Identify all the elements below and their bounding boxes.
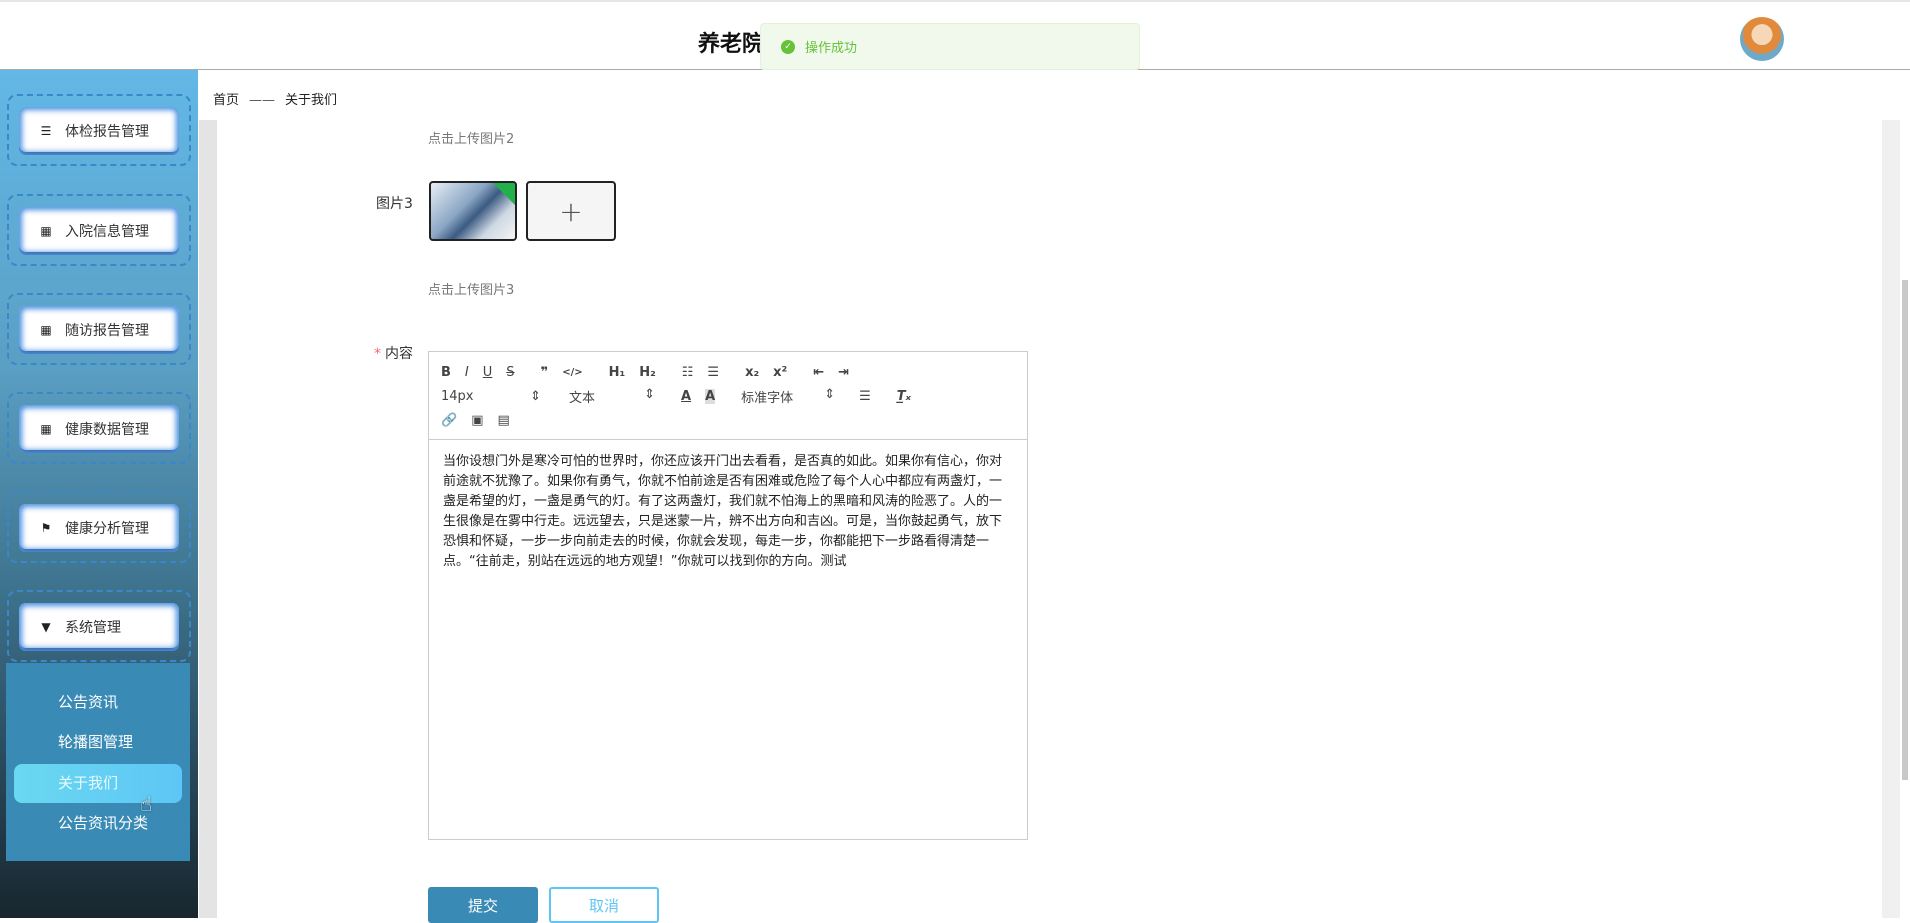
check-circle-icon: ✓ <box>781 39 795 54</box>
heading2-icon[interactable]: H₂ <box>639 365 656 380</box>
superscript-icon[interactable]: x² <box>773 365 787 380</box>
sidebar-item-label: 健康数据管理 <box>65 422 149 438</box>
hand-cursor-icon: ☝ <box>140 792 153 816</box>
bold-icon[interactable]: B <box>441 365 451 380</box>
grid-icon: ▦ <box>40 422 52 436</box>
blockquote-icon[interactable]: ❞ <box>541 365 549 380</box>
code-block-icon[interactable]: </> <box>562 367 582 378</box>
font-color-icon[interactable]: A <box>681 389 691 404</box>
user-avatar[interactable] <box>1740 17 1784 61</box>
toast-message: 操作成功 <box>805 41 858 56</box>
subscript-icon[interactable]: x₂ <box>745 365 759 380</box>
sidebar-item-health-data[interactable]: ▦ 健康数据管理 <box>7 392 191 464</box>
link-icon[interactable]: 🔗 <box>441 413 457 428</box>
underline-icon[interactable]: U <box>483 365 493 380</box>
sidebar-item-checkup-reports[interactable]: ☰ 体检报告管理 <box>7 94 191 166</box>
font-size-select[interactable]: 14px ⇕ <box>441 389 541 404</box>
submenu-item-carousel[interactable]: 轮播图管理 <box>14 723 182 762</box>
flag-icon: ⚑ <box>40 521 52 535</box>
upload-hint-3: 点击上传图片3 <box>428 283 515 298</box>
ordered-list-icon[interactable]: ☷ <box>682 365 694 380</box>
breadcrumb-home[interactable]: 首页 <box>213 93 239 108</box>
uploaded-image-thumbnail[interactable] <box>429 181 517 241</box>
success-toast: ✓ 操作成功 <box>760 23 1140 70</box>
align-icon[interactable]: ☰ <box>859 389 871 404</box>
heading-select[interactable]: 文本 ⇕ <box>569 387 655 406</box>
strikethrough-icon[interactable]: S <box>506 365 514 380</box>
editor-toolbar: B I U S ❞ </> H₁ H₂ ☷ ☰ x₂ x² ⇤ ⇥ 14px ⇕ … <box>429 352 1027 440</box>
sidebar-item-label: 系统管理 <box>65 620 121 636</box>
submenu-item-announcements[interactable]: 公告资讯 <box>14 683 182 722</box>
select-arrows-icon: ⇕ <box>644 386 655 402</box>
indent-icon[interactable]: ⇥ <box>838 365 849 380</box>
sidebar-item-health-analysis[interactable]: ⚑ 健康分析管理 <box>7 491 191 563</box>
sidebar-item-label: 健康分析管理 <box>65 521 149 537</box>
breadcrumb-separator: —— <box>249 93 276 108</box>
required-mark: * <box>374 346 381 362</box>
grid-icon: ▦ <box>40 224 52 238</box>
heading-value: 文本 <box>569 390 596 406</box>
brush-icon: ▼ <box>41 620 51 634</box>
breadcrumb-current: 关于我们 <box>285 93 338 108</box>
content-label-text: 内容 <box>385 346 413 362</box>
editor-content[interactable]: 当你设想门外是寒冷可怕的世界时，你还应该开门出去看看，是否真的如此。如果你有信心… <box>429 440 1027 584</box>
content-gutter <box>199 120 217 918</box>
image-icon[interactable]: ▣ <box>471 413 483 428</box>
sidebar-item-system[interactable]: ▼ 系统管理 <box>7 590 191 662</box>
system-submenu: 公告资讯 轮播图管理 关于我们 公告资讯分类 <box>6 663 190 861</box>
upload-hint-2: 点击上传图片2 <box>428 132 515 147</box>
clear-format-icon[interactable]: T̲ₓ <box>897 389 911 404</box>
breadcrumb: 首页 —— 关于我们 <box>213 89 337 108</box>
site-title: 养老院 <box>698 32 765 57</box>
sidebar-item-label: 体检报告管理 <box>65 124 149 140</box>
heading1-icon[interactable]: H₁ <box>609 365 626 380</box>
content-label: * 内容 <box>374 343 413 363</box>
font-family-value: 标准字体 <box>741 390 794 406</box>
image3-label: 图片3 <box>376 196 413 212</box>
upload-image-button[interactable]: + <box>526 181 616 241</box>
font-family-select[interactable]: 标准字体 ⇕ <box>741 387 835 406</box>
grid-icon: ▦ <box>40 323 52 337</box>
submenu-item-about-us[interactable]: 关于我们 <box>14 764 182 803</box>
scrollbar-thumb[interactable] <box>1902 280 1908 780</box>
sidebar-item-label: 随访报告管理 <box>65 323 149 339</box>
sidebar-item-followup-reports[interactable]: ▦ 随访报告管理 <box>7 293 191 365</box>
video-icon[interactable]: ▤ <box>497 413 509 428</box>
font-size-value: 14px <box>441 388 474 404</box>
bullet-list-icon[interactable]: ☰ <box>707 365 719 380</box>
outdent-icon[interactable]: ⇤ <box>813 365 824 380</box>
rich-text-editor: B I U S ❞ </> H₁ H₂ ☷ ☰ x₂ x² ⇤ ⇥ 14px ⇕ … <box>428 351 1028 840</box>
scrollbar-track[interactable] <box>1882 120 1900 918</box>
list-icon: ☰ <box>40 124 52 138</box>
sidebar-item-label: 入院信息管理 <box>65 224 149 240</box>
select-arrows-icon: ⇕ <box>824 386 836 402</box>
sidebar-item-admission-info[interactable]: ▦ 入院信息管理 <box>7 194 191 266</box>
italic-icon[interactable]: I <box>465 365 469 380</box>
submenu-item-announcement-categories[interactable]: 公告资讯分类 <box>14 804 182 843</box>
select-arrows-icon: ⇕ <box>530 388 541 404</box>
background-color-icon[interactable]: A <box>705 388 716 404</box>
top-header: 养老院 ✓ 操作成功 <box>0 0 1910 70</box>
